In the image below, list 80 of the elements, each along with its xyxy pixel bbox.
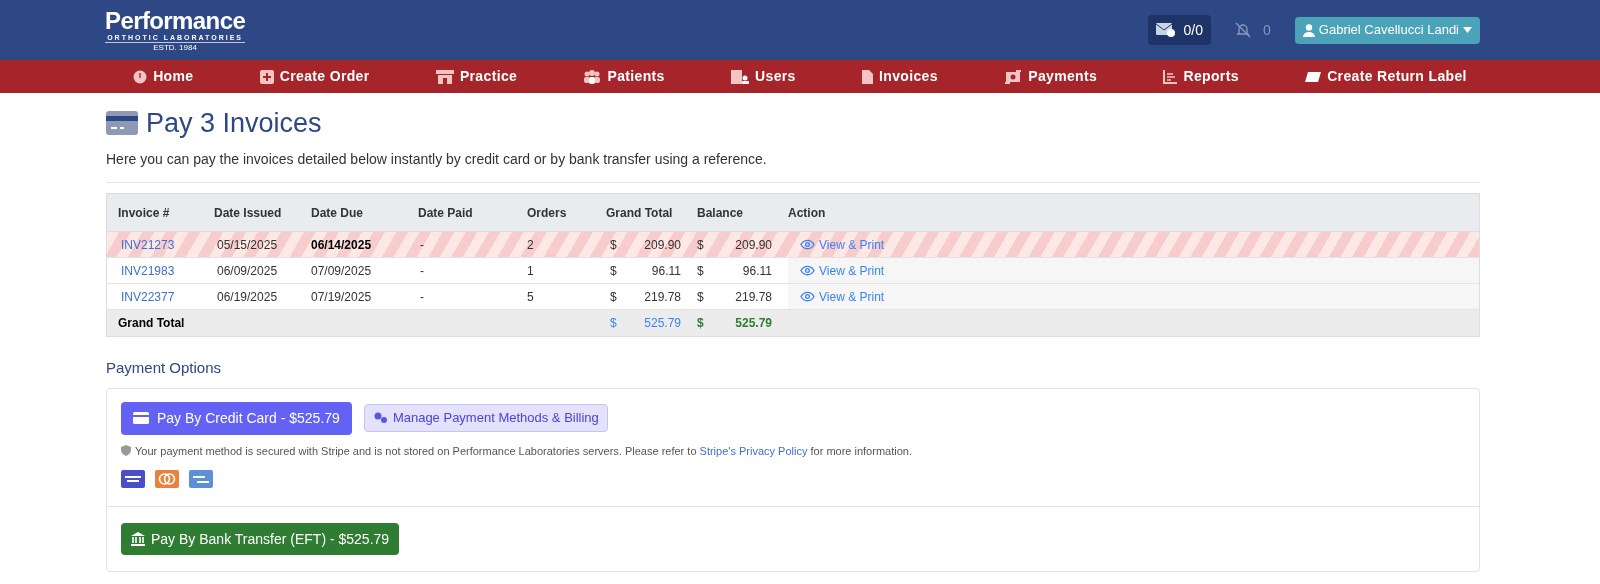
bell-off-icon [1235,22,1251,38]
grand-total-label: Grand Total [118,315,186,332]
column-header: Date Issued [214,204,283,222]
caret-icon [1463,27,1472,33]
column-header: Action [788,204,827,222]
eye-icon [800,291,815,302]
table-cell-text: 06/14/2025 [311,236,373,254]
page-title: Pay 3 Invoices [146,107,322,140]
table-cell-text: - [419,262,425,280]
security-notice: Your payment method is secured with Stripe and is not stored on Performance Laboratories servers. Please refer to Stripe's Privacy Policy for more information. [135,443,912,459]
invoice-link[interactable]: INV21983 [118,261,214,280]
table-cell-text: $ [610,288,617,306]
envelope-check-icon [1155,23,1176,37]
table-cell-text: 209.90 [644,236,681,254]
table-cell-text: 1 [527,262,535,280]
table-cell-text: 96.11 [651,262,681,280]
table-cell-text: $ [610,315,617,332]
user-menu-button[interactable]: Gabriel Cavellucci Landi [1294,16,1480,44]
column-header: Date Paid [418,204,474,222]
table-cell-text: 525.79 [735,315,772,332]
invoice-link[interactable]: INV22377 [118,287,214,306]
user-icon [1302,23,1315,37]
bank-transfer-button[interactable]: Pay By Bank Transfer (EFT) - $525.79 [121,523,400,555]
table-cell-text: $ [610,236,617,254]
eye-icon [800,239,815,250]
table-cell-text: 219.78 [644,288,681,306]
nav-link[interactable]: Users [731,66,796,87]
table-cell-text: $ [610,262,617,280]
credit-card-icon [106,111,138,135]
table-cell-text: 07/09/2025 [311,262,373,280]
bank-icon [131,532,145,546]
column-header: Grand Total [606,204,674,222]
document-icon [862,69,874,84]
chart-icon [1163,69,1178,84]
table-cell-text: 06/19/2025 [216,288,279,306]
column-header: Balance [697,204,745,222]
messages-button[interactable]: 0/0 [1147,15,1211,45]
building-icon [731,69,750,84]
nav-link[interactable]: Payments [1004,66,1098,87]
table-cell-text: - [419,236,425,254]
table-cell-text: $ [697,288,704,306]
table-cell-text: $ [697,262,704,280]
table-cell-text: 5 [527,288,535,306]
people-icon [583,69,602,84]
nav-link[interactable]: Create Return Label [1305,66,1467,87]
nav-link[interactable]: Practice [435,66,518,87]
mastercard-icon [155,470,179,488]
nav-link[interactable]: Create Order [259,66,370,87]
table-cell-text: 219.78 [735,288,772,306]
table-cell-text: - [419,288,425,306]
table-cell-text: $ [697,236,704,254]
page-description: Here you can pay the invoices detailed below instantly by credit card or by bank transfer using a reference. [106,149,1480,183]
nav-link[interactable]: Reports [1163,66,1239,87]
nav-link[interactable]: Patients [583,66,665,87]
view-print-link[interactable]: View & Print [800,261,885,280]
privacy-policy-link[interactable]: Stripe's Privacy Policy [699,444,808,457]
section-heading: Payment Options [106,358,223,378]
table-cell-text: 2 [527,236,535,254]
credit-card-icon [133,412,149,424]
view-print-link[interactable]: View & Print [800,287,885,306]
table-cell-text: 05/15/2025 [216,236,279,254]
eye-icon [800,265,815,276]
plus-icon [259,69,274,84]
table-cell-text: $ [697,315,704,332]
table-cell-text: 525.79 [644,315,681,332]
manage-payment-button[interactable]: Manage Payment Methods & Billing [363,404,608,432]
nav-link[interactable]: Home [133,66,194,87]
table-cell-text: 209.90 [735,236,772,254]
store-icon [435,69,454,84]
column-header: Date Due [311,204,364,222]
table-cell-text: 07/19/2025 [311,288,373,306]
column-header: Orders [527,204,568,222]
notifications-button[interactable]: 0 [1227,19,1279,41]
credit-card-button[interactable]: Pay By Credit Card - $525.79 [121,401,352,435]
table-cell-text: 06/09/2025 [216,262,279,280]
table-cell-text: 96.11 [742,262,772,280]
shield-icon [121,445,131,457]
column-header: Invoice # [118,204,171,222]
invoice-link[interactable]: INV21273 [118,235,214,254]
nav-link[interactable]: Invoices [862,66,938,87]
